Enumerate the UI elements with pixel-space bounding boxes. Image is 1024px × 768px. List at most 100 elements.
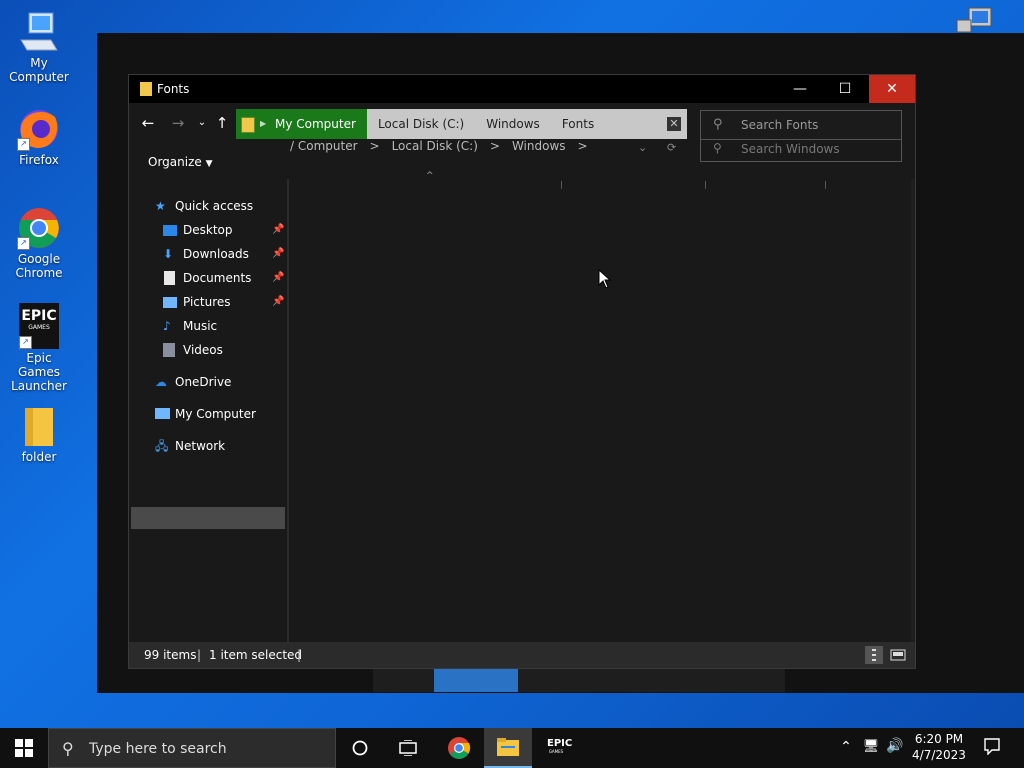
nav-pictures[interactable]: Pictures — [163, 291, 283, 313]
taskbar-epic-games[interactable]: EPIC GAMES — [534, 728, 578, 768]
desktop-icon-label: Epic Games Launcher — [11, 351, 67, 393]
nav-documents[interactable]: Documents — [163, 267, 283, 289]
taskbar: ⚲ Type here to search EPIC GAMES ⌃ 🖥 🔊 6… — [0, 728, 1024, 768]
close-button[interactable]: ✕ — [869, 75, 915, 103]
nav-onedrive[interactable]: ☁ OneDrive — [155, 371, 285, 393]
search-icon: ⚲ — [713, 117, 723, 132]
cortana-button[interactable] — [338, 728, 382, 768]
desktop-icon-label: Google Chrome — [15, 252, 63, 280]
background-tab-highlight — [434, 666, 518, 692]
breadcrumb-my-computer[interactable]: ▶ My Computer — [236, 109, 367, 139]
task-view-button[interactable] — [386, 728, 430, 768]
breadcrumb-windows[interactable]: Windows — [475, 109, 551, 139]
scrollbar-track[interactable] — [911, 179, 915, 642]
desktop-icon-epic-games[interactable]: EPIC GAMES ↗ Epic Games Launcher — [1, 303, 77, 393]
file-explorer-window: Fonts — ☐ ✕ ← → ⌄ ↑ ▶ My Computer Local … — [129, 75, 915, 668]
desktop-icon-label: folder — [21, 450, 57, 464]
taskbar-search-placeholder: Type here to search — [89, 741, 227, 757]
details-view-icon[interactable] — [865, 646, 883, 664]
document-icon — [164, 271, 175, 285]
window-title: Fonts — [157, 82, 190, 96]
computer-icon — [17, 10, 61, 54]
item-count: 99 items — [144, 648, 197, 662]
desktop-icon — [163, 225, 177, 236]
desktop-icon-chrome[interactable]: ↗ Google Chrome — [1, 206, 77, 280]
windows-logo-icon — [15, 739, 33, 757]
column-divider[interactable] — [825, 181, 826, 189]
show-hidden-icons-button[interactable]: ⌃ — [836, 739, 856, 755]
clear-address-icon[interactable]: ✕ — [667, 117, 681, 131]
clock-date: 4/7/2023 — [912, 748, 966, 762]
font-folder-icon — [241, 117, 255, 133]
task-view-icon — [399, 740, 417, 756]
breadcrumb[interactable]: ▶ My Computer Local Disk (C:) Windows Fo… — [236, 109, 687, 139]
pin-icon[interactable]: 📌 — [272, 272, 284, 283]
desktop-icon-my-computer[interactable]: My Computer — [1, 10, 77, 84]
ghost-refresh-icon: ⟳ — [667, 141, 677, 154]
status-bar: 99 items | 1 item selected | — [129, 642, 915, 668]
taskbar-file-explorer[interactable] — [484, 728, 532, 768]
network-computer-icon — [955, 6, 997, 34]
music-note-icon: ♪ — [163, 319, 171, 333]
volume-icon[interactable]: 🔊 — [884, 738, 906, 754]
font-folder-icon — [140, 82, 152, 96]
nav-downloads[interactable]: ⬇ Downloads — [163, 243, 283, 265]
column-divider[interactable] — [705, 181, 706, 189]
breadcrumb-local-disk[interactable]: Local Disk (C:) — [367, 109, 475, 139]
nav-music[interactable]: ♪ Music — [163, 315, 283, 337]
mouse-cursor-icon — [598, 268, 612, 292]
taskbar-chrome[interactable] — [435, 728, 483, 768]
video-icon — [163, 343, 175, 357]
nav-quick-access[interactable]: ★ Quick access — [155, 195, 285, 217]
chevron-right-icon: ▶ — [260, 119, 267, 128]
navigation-pane: ★ Quick access Desktop 📌 ⬇ Downloads 📌 D… — [129, 179, 287, 642]
forward-button[interactable]: → — [167, 113, 189, 133]
network-status-icon[interactable]: 🖥 — [860, 739, 882, 754]
search-icon: ⚲ — [713, 141, 722, 155]
folder-icon — [17, 404, 61, 448]
epic-games-icon: EPIC GAMES — [547, 738, 573, 754]
notification-center-icon[interactable] — [980, 737, 1004, 758]
maximize-button[interactable]: ☐ — [822, 75, 868, 103]
status-separator: | — [297, 648, 302, 662]
nav-my-computer[interactable]: My Computer — [155, 403, 285, 425]
nav-desktop[interactable]: Desktop — [163, 219, 283, 241]
taskbar-search-box[interactable]: ⚲ Type here to search — [48, 728, 336, 768]
nav-videos[interactable]: Videos — [163, 339, 283, 361]
recent-locations-button[interactable]: ⌄ — [191, 113, 213, 133]
selection-count: 1 item selected — [209, 648, 303, 662]
nav-selection-highlight — [131, 507, 285, 529]
up-button[interactable]: ↑ — [211, 113, 233, 133]
ghost-search-box: ⚲ Search Windows — [700, 139, 902, 162]
desktop-icon-folder[interactable]: folder — [1, 404, 77, 464]
search-placeholder: Search Fonts — [741, 118, 819, 132]
shortcut-arrow-icon: ↗ — [19, 336, 32, 349]
pin-icon[interactable]: 📌 — [272, 224, 284, 235]
dropdown-arrow-icon: ▼ — [205, 159, 213, 169]
column-divider[interactable] — [561, 181, 562, 189]
start-button[interactable] — [0, 728, 48, 768]
breadcrumb-fonts[interactable]: Fonts — [551, 109, 605, 139]
search-icon: ⚲ — [62, 739, 74, 758]
firefox-icon: ↗ — [17, 107, 61, 151]
computer-icon — [155, 408, 170, 419]
large-icons-view-icon[interactable] — [889, 646, 907, 664]
cloud-icon: ☁ — [155, 375, 167, 389]
ghost-address-bar: / Computer > Local Disk (C:) > Windows > — [290, 139, 588, 153]
chrome-icon: ↗ — [17, 206, 61, 250]
nav-network[interactable]: 🖧 Network — [155, 435, 285, 457]
title-bar[interactable]: Fonts — ☐ ✕ — [129, 75, 915, 103]
minimize-button[interactable]: — — [777, 75, 823, 103]
pin-icon[interactable]: 📌 — [272, 248, 284, 259]
back-button[interactable]: ← — [137, 113, 159, 133]
star-icon: ★ — [155, 199, 166, 213]
pin-icon[interactable]: 📌 — [272, 296, 284, 307]
download-arrow-icon: ⬇ — [163, 247, 174, 261]
desktop-icon-label: My Computer — [9, 56, 69, 84]
organize-button[interactable]: Organize ▼ — [148, 155, 213, 169]
search-box[interactable]: ⚲ Search Fonts — [700, 110, 902, 140]
clock[interactable]: 6:20 PM 4/7/2023 — [910, 731, 968, 763]
shortcut-arrow-icon: ↗ — [17, 138, 30, 151]
file-list-area[interactable]: ^ — [289, 171, 915, 642]
desktop-icon-firefox[interactable]: ↗ Firefox — [1, 107, 77, 167]
